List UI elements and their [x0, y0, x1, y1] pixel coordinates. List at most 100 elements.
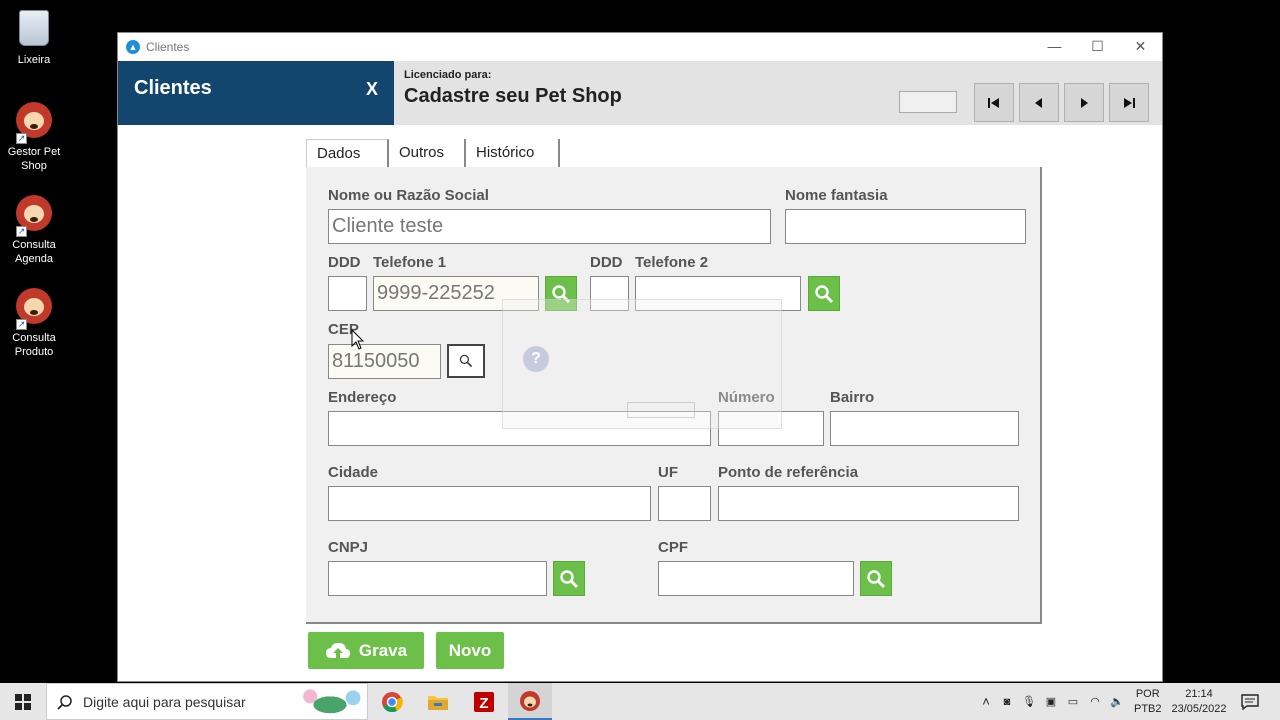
tab-historico[interactable]: Histórico	[466, 139, 560, 167]
notification-icon	[1241, 693, 1259, 710]
search-telefone-2-button[interactable]	[808, 276, 840, 311]
desktop-icon-consulta-produto[interactable]: ↗ Consulta Produto	[4, 286, 64, 359]
clientes-window: ▲ Clientes — ☐ ✕ Clientes X Licenciado p…	[117, 32, 1163, 682]
clock-time: 21:14	[1185, 687, 1213, 700]
desktop-icon-label: Lixeira	[17, 54, 51, 66]
keyboard-layout: PTB2	[1134, 702, 1162, 715]
start-button[interactable]	[0, 683, 46, 720]
window-titlebar[interactable]: ▲ Clientes — ☐ ✕	[118, 33, 1162, 61]
question-icon: ?	[523, 346, 549, 372]
taskbar-file-explorer[interactable]	[416, 683, 460, 720]
search-icon	[57, 694, 72, 710]
app-logo-icon: ▲	[126, 40, 140, 54]
cnpj-field[interactable]	[328, 561, 547, 596]
desktop-icon-label: Consulta Agenda	[12, 239, 56, 265]
shortcut-arrow-icon: ↗	[16, 319, 27, 330]
fading-dialog: ?	[502, 299, 782, 429]
cidade-field[interactable]	[328, 486, 651, 521]
tab-dados[interactable]: Dados	[306, 139, 389, 167]
desktop-icon-label: Consulta Produto	[12, 332, 56, 358]
label-ddd-1: DDD	[328, 254, 361, 271]
tray-wifi-icon[interactable]: ◠	[1084, 695, 1106, 708]
desktop-icon-recycle-bin[interactable]: Lixeira	[4, 8, 64, 67]
ddd-1-field[interactable]	[328, 276, 367, 311]
filezilla-icon: Z	[474, 691, 494, 712]
desktop-icon-consulta-agenda[interactable]: ↗ Consulta Agenda	[4, 193, 64, 266]
label-endereco: Endereço	[328, 389, 397, 406]
desktop-icon-gestor-pet-shop[interactable]: ↗ Gestor Pet Shop	[4, 100, 64, 173]
cpf-field[interactable]	[658, 561, 854, 596]
licensed-name: Cadastre seu Pet Shop	[404, 85, 622, 107]
windows-logo-icon	[15, 693, 31, 710]
tray-volume-icon[interactable]: 🔈	[1106, 695, 1128, 708]
language-indicator[interactable]: POR PTB2	[1134, 683, 1162, 720]
next-icon	[1081, 97, 1088, 108]
close-window-button[interactable]: ✕	[1119, 33, 1162, 61]
first-record-button[interactable]	[974, 83, 1014, 122]
last-record-button[interactable]	[1109, 83, 1149, 122]
window-title: Clientes	[146, 40, 190, 54]
minimize-button[interactable]: —	[1033, 33, 1076, 61]
tray-chevron-up-icon[interactable]: ˄	[976, 694, 996, 709]
previous-icon	[1035, 97, 1042, 108]
label-nome: Nome ou Razão Social	[328, 187, 489, 204]
label-telefone-1: Telefone 1	[373, 254, 447, 271]
label-telefone-2: Telefone 2	[635, 254, 709, 271]
grava-button[interactable]: Grava	[308, 632, 424, 669]
skip-first-icon	[988, 97, 999, 108]
bairro-field[interactable]	[830, 411, 1019, 446]
taskbar-pet-shop-app[interactable]	[508, 683, 552, 720]
record-number-field[interactable]	[899, 91, 957, 113]
taskbar: Digite aqui para pesquisar Z ˄ ◙ 🎙 ▣ ▭ ◠…	[0, 683, 1280, 720]
label-ponto-referencia: Ponto de referência	[718, 464, 859, 481]
tray-camera-icon[interactable]: ▣	[1040, 695, 1062, 708]
clock[interactable]: 21:14 23/05/2022	[1170, 683, 1228, 720]
taskbar-chrome[interactable]	[370, 683, 414, 720]
turtle-doodle-icon	[297, 688, 363, 716]
next-record-button[interactable]	[1064, 83, 1104, 122]
pet-shop-app-icon: ↗	[14, 102, 54, 144]
dialog-button	[627, 402, 695, 418]
skip-last-icon	[1124, 97, 1135, 108]
search-cnpj-button[interactable]	[553, 561, 585, 596]
mouse-cursor-icon	[351, 329, 365, 350]
header-title-panel: Clientes X	[118, 61, 394, 125]
licensed-label: Licenciado para:	[404, 69, 492, 81]
label-ddd-2: DDD	[590, 254, 623, 271]
tray-meet-icon[interactable]: ◙	[996, 696, 1018, 708]
tray-battery-icon[interactable]: ▭	[1062, 695, 1084, 708]
search-cep-button[interactable]	[447, 344, 485, 378]
label-nome-fantasia: Nome fantasia	[785, 187, 888, 204]
search-icon	[560, 569, 579, 588]
ponto-referencia-field[interactable]	[718, 486, 1019, 521]
nome-fantasia-field[interactable]	[785, 209, 1026, 244]
shortcut-arrow-icon: ↗	[16, 133, 27, 144]
nome-field[interactable]: Cliente teste	[328, 209, 771, 244]
label-cidade: Cidade	[328, 464, 379, 481]
system-tray: ˄ ◙ 🎙 ▣ ▭ ◠ 🔈	[976, 683, 1128, 720]
cep-field[interactable]: 81150050	[328, 344, 441, 379]
previous-record-button[interactable]	[1019, 83, 1059, 122]
search-icon	[867, 569, 886, 588]
tab-outros[interactable]: Outros	[389, 139, 466, 167]
label-bairro: Bairro	[830, 389, 875, 406]
tray-microphone-icon[interactable]: 🎙	[1018, 695, 1040, 708]
clock-date: 23/05/2022	[1171, 702, 1227, 715]
upload-cloud-icon	[325, 642, 350, 658]
language-code: POR	[1135, 687, 1160, 700]
taskbar-filezilla[interactable]: Z	[462, 683, 506, 720]
close-form-button[interactable]: X	[366, 79, 378, 100]
novo-button[interactable]: Novo	[436, 632, 504, 669]
taskbar-search-box[interactable]: Digite aqui para pesquisar	[46, 683, 368, 720]
search-icon	[459, 354, 473, 368]
chrome-icon	[382, 691, 403, 712]
pet-shop-app-icon: ↗	[14, 195, 54, 237]
uf-field[interactable]	[658, 486, 711, 521]
desktop-icon-label: Gestor Pet Shop	[7, 146, 61, 172]
maximize-button[interactable]: ☐	[1076, 33, 1119, 61]
search-cpf-button[interactable]	[860, 561, 892, 596]
search-icon	[815, 284, 834, 303]
label-cpf: CPF	[658, 539, 688, 556]
notifications-button[interactable]	[1238, 683, 1262, 720]
panel-title: Clientes	[134, 77, 212, 99]
